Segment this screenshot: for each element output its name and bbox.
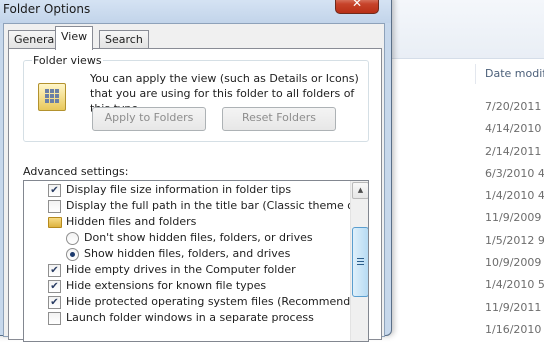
folder-views-label: Folder views [32, 54, 103, 67]
close-icon: ✕ [351, 0, 363, 10]
scrollbar[interactable]: ▲ [350, 181, 368, 341]
dialog-title: Folder Options [3, 2, 91, 16]
date-cell: 4/14/2010 2 [485, 122, 544, 136]
title-bar[interactable]: Folder Options ✕ [0, 0, 391, 23]
tab-search[interactable]: Search [99, 30, 149, 49]
advanced-settings-label: Advanced settings: [23, 165, 129, 178]
radio-unselected[interactable] [66, 232, 79, 245]
checkbox-checked[interactable]: ✔ [48, 296, 61, 309]
list-item-label: Show hidden files, folders, and drives [84, 247, 291, 260]
date-cell: 11/9/2011 1 [485, 300, 544, 314]
checkbox-checked[interactable]: ✔ [48, 184, 61, 197]
explorer-toolbar [385, 0, 544, 59]
checkbox-checked[interactable]: ✔ [48, 280, 61, 293]
date-cell: 7/20/2011 6 [485, 100, 544, 113]
radio-selected[interactable] [66, 248, 79, 261]
folder-icon [48, 217, 62, 228]
date-cell: 10/9/2009 8 [485, 256, 544, 270]
date-list: 7/20/2011 6 4/14/2010 2 2/14/2011 1 6/3/… [485, 96, 544, 341]
dialog-client: General View Search Folder views You can… [3, 23, 385, 342]
date-cell: 1/4/2010 4: [485, 189, 544, 203]
scroll-thumb[interactable] [352, 227, 368, 297]
checkbox-unchecked[interactable] [48, 200, 61, 213]
column-separator[interactable] [475, 64, 476, 84]
scroll-up-icon[interactable]: ▲ [352, 182, 368, 199]
list-item-label: Hide protected operating system files (R… [66, 295, 369, 308]
date-modified-header[interactable]: Date modif [485, 67, 544, 80]
folder-options-dialog: Folder Options ✕ General View Search Fol… [0, 0, 392, 342]
folder-views-group: Folder views You can apply the view (suc… [23, 54, 369, 142]
list-item-label: Hidden files and folders [66, 215, 197, 228]
column-header[interactable]: Date modif [385, 62, 544, 86]
list-item-label: Launch folder windows in a separate proc… [66, 311, 314, 324]
date-cell: 1/4/2010 5: [485, 278, 544, 292]
checkbox-checked[interactable]: ✔ [48, 264, 61, 277]
apply-to-folders-button[interactable]: Apply to Folders [92, 107, 206, 131]
date-cell: 1/16/2010 1 [485, 322, 544, 336]
list-item-label: Display file size information in folder … [66, 183, 292, 196]
list-item-label: Don't show hidden files, folders, or dri… [84, 231, 313, 244]
date-cell: 11/9/2009 8 [485, 211, 544, 225]
date-cell: 1/5/2012 9: [485, 233, 544, 247]
date-cell: 2/14/2011 1 [485, 144, 544, 158]
close-button[interactable]: ✕ [335, 0, 379, 14]
checkbox-unchecked[interactable] [48, 312, 61, 325]
view-tab-panel: Folder views You can apply the view (suc… [8, 48, 382, 342]
list-item-label: Hide empty drives in the Computer folder [66, 263, 296, 276]
tab-view[interactable]: View [55, 26, 94, 50]
list-item-label: Display the full path in the title bar (… [66, 199, 369, 212]
folder-views-icon [38, 83, 66, 111]
advanced-settings-list[interactable]: ✔ Display file size information in folde… [23, 180, 369, 342]
reset-folders-button[interactable]: Reset Folders [222, 107, 336, 131]
list-item-label: Hide extensions for known file types [66, 279, 267, 292]
explorer-window: Date modif 7/20/2011 6 4/14/2010 2 2/14/… [385, 0, 544, 336]
date-cell: 6/3/2010 4: [485, 166, 544, 180]
